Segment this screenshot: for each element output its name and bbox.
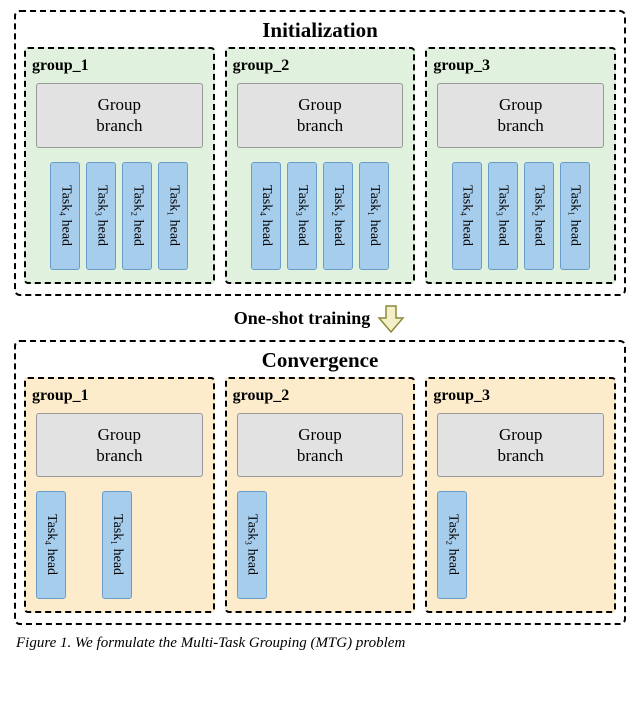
conv-group-1: group_1 Groupbranch Task₄ head Task₁ hea…: [24, 377, 215, 614]
caption-body: We formulate the Multi-Task Grouping (MT…: [71, 635, 405, 651]
group-branch: Groupbranch: [437, 83, 604, 148]
task-head: Task₄ head: [452, 162, 482, 270]
task-head: Task₁ head: [560, 162, 590, 270]
task-head: Task₃ head: [488, 162, 518, 270]
group-branch: Groupbranch: [237, 83, 404, 148]
transition-label: One-shot training: [234, 308, 371, 329]
task-head: Task₄ head: [251, 162, 281, 270]
conv-group-2: group_2 Groupbranch Task₃ head: [225, 377, 416, 614]
task-head: Task₃ head: [237, 491, 267, 599]
task-head: Task₃ head: [287, 162, 317, 270]
initialization-phase: Initialization group_1 Groupbranch Task₄…: [14, 10, 626, 296]
task-head: Task₄ head: [36, 491, 66, 599]
group-branch: Groupbranch: [36, 413, 203, 478]
task-head: Task₁ head: [359, 162, 389, 270]
group-label: group_1: [32, 387, 207, 405]
init-title: Initialization: [24, 18, 616, 43]
conv-title: Convergence: [24, 348, 616, 373]
task-head: Task₁ head: [158, 162, 188, 270]
task-head: Task₃ head: [86, 162, 116, 270]
group-branch: Groupbranch: [437, 413, 604, 478]
heads-row: Task₄ head Task₃ head Task₂ head Task₁ h…: [433, 162, 608, 272]
heads-row: Task₄ head Task₃ head Task₂ head Task₁ h…: [233, 162, 408, 272]
caption-prefix: Figure 1.: [16, 635, 71, 651]
group-label: group_3: [433, 57, 608, 75]
group-label: group_1: [32, 57, 207, 75]
conv-groups-row: group_1 Groupbranch Task₄ head Task₁ hea…: [24, 377, 616, 614]
group-label: group_2: [233, 387, 408, 405]
task-head: Task₄ head: [50, 162, 80, 270]
task-head: Task₂ head: [323, 162, 353, 270]
convergence-phase: Convergence group_1 Groupbranch Task₄ he…: [14, 340, 626, 626]
heads-row: Task₄ head Task₁ head: [32, 491, 207, 601]
group-label: group_2: [233, 57, 408, 75]
group-branch: Groupbranch: [237, 413, 404, 478]
init-groups-row: group_1 Groupbranch Task₄ head Task₃ hea…: [24, 47, 616, 284]
task-head: Task₁ head: [102, 491, 132, 599]
group-label: group_3: [433, 387, 608, 405]
heads-row: Task₂ head: [433, 491, 608, 601]
group-branch: Groupbranch: [36, 83, 203, 148]
transition-row: One-shot training: [14, 304, 626, 334]
heads-row: Task₄ head Task₃ head Task₂ head Task₁ h…: [32, 162, 207, 272]
task-head: Task₂ head: [524, 162, 554, 270]
init-group-3: group_3 Groupbranch Task₄ head Task₃ hea…: [425, 47, 616, 284]
conv-group-3: group_3 Groupbranch Task₂ head: [425, 377, 616, 614]
down-arrow-icon: [376, 304, 406, 334]
task-head: Task₂ head: [122, 162, 152, 270]
init-group-2: group_2 Groupbranch Task₄ head Task₃ hea…: [225, 47, 416, 284]
task-head: Task₂ head: [437, 491, 467, 599]
init-group-1: group_1 Groupbranch Task₄ head Task₃ hea…: [24, 47, 215, 284]
heads-row: Task₃ head: [233, 491, 408, 601]
figure-caption: Figure 1. We formulate the Multi-Task Gr…: [14, 635, 626, 652]
